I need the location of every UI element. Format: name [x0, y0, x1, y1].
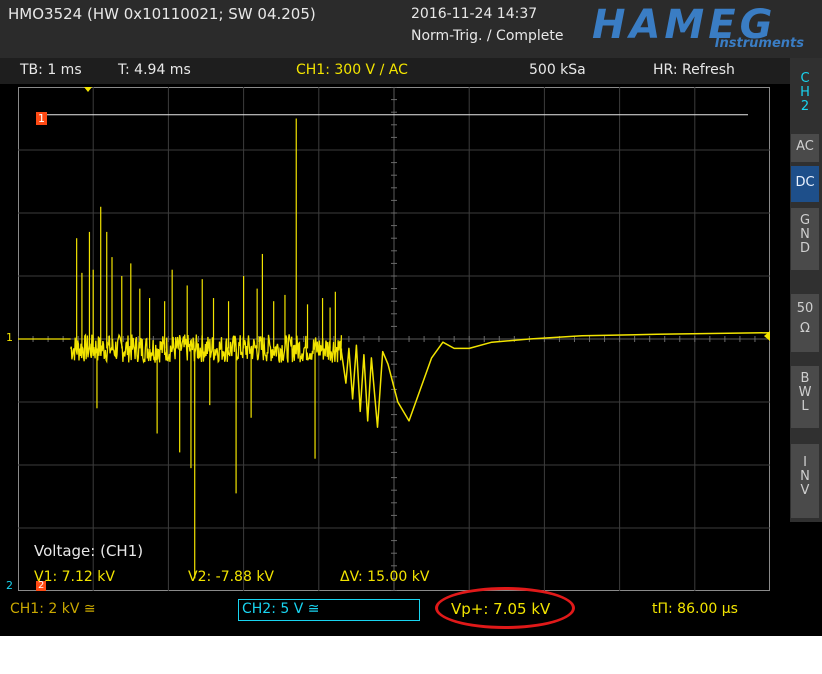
ch2-label-c: C [800, 71, 810, 86]
logo-subtext: Instruments [714, 36, 804, 51]
gnd-label-g: G [799, 213, 811, 228]
datetime: 2016-11-24 14:37 [411, 6, 538, 22]
ch1-scale[interactable]: CH1: 2 kV ≅ [10, 602, 96, 616]
acquisition-mode[interactable]: HR: Refresh [653, 63, 735, 77]
bwl-label-b: B [800, 371, 810, 386]
highlight-annotation [435, 587, 575, 629]
trigger-time-marker[interactable] [84, 87, 92, 92]
trigger-time[interactable]: T: 4.94 ms [118, 63, 191, 77]
timebase[interactable]: TB: 1 ms [20, 63, 82, 77]
pulse-width-measurement: tΠ: 86.00 µs [652, 601, 738, 617]
device-info: HMO3524 (HW 0x10110021; SW 04.205) [8, 5, 316, 23]
trace-ringing [340, 331, 770, 428]
coupling-ac-button[interactable]: AC [791, 134, 819, 162]
measurement-title: Voltage: (CH1) [34, 542, 144, 560]
ch2-sidebar-label: C H 2 [790, 72, 820, 114]
impedance-50ohm-button[interactable]: 50 Ω [791, 294, 819, 352]
channel-sidebar: C H 2 AC DC G N D 50 Ω B W L I N V [790, 58, 822, 522]
status-bar: TB: 1 ms T: 4.94 ms CH1: 300 V ∕ AC 500 … [0, 58, 790, 84]
ch2-scale[interactable]: CH2: 5 V ≅ [242, 602, 320, 616]
trigger-state: Norm-Trig. / Complete [411, 28, 564, 44]
impedance-label-ohm: Ω [800, 321, 810, 336]
title-bar: HMO3524 (HW 0x10110021; SW 04.205) 2016-… [0, 0, 822, 58]
hameg-logo: HAMEG Instruments [592, 2, 812, 52]
bwl-label-l: L [801, 399, 809, 414]
coupling-dc-button[interactable]: DC [791, 166, 819, 202]
impedance-label-50: 50 [796, 301, 814, 316]
delta-v-readout: ΔV: 15.00 kV [340, 569, 430, 585]
invert-button[interactable]: I N V [791, 444, 819, 518]
oscilloscope-screen: HMO3524 (HW 0x10110021; SW 04.205) 2016-… [0, 0, 822, 674]
cursor-v1-readout: V1: 7.12 kV [34, 569, 115, 585]
ch2-reference-marker[interactable]: 2 [6, 580, 13, 591]
gnd-label-d: D [799, 241, 810, 256]
dc-label: DC [795, 175, 815, 190]
ch2-label-h: H [800, 85, 810, 100]
footer-strip [0, 636, 822, 674]
ch2-label-2: 2 [800, 99, 810, 114]
inv-label-n: N [800, 469, 810, 484]
channel-settings[interactable]: CH1: 300 V ∕ AC [296, 63, 408, 77]
inv-label-v: V [800, 483, 810, 498]
ac-label: AC [796, 139, 814, 154]
bwl-label-w: W [798, 385, 812, 400]
waveform-display[interactable] [18, 87, 770, 591]
cursor-v2-readout: V2: -7.88 kV [188, 569, 275, 585]
gnd-label-n: N [800, 227, 810, 242]
sample-rate[interactable]: 500 kSa [529, 63, 586, 77]
cursor-marker[interactable]: 1 [36, 112, 47, 125]
bandwidth-limit-button[interactable]: B W L [791, 366, 819, 428]
ch1-reference-marker[interactable]: 1 [6, 332, 13, 343]
inv-label-i: I [803, 455, 807, 470]
coupling-gnd-button[interactable]: G N D [791, 208, 819, 270]
